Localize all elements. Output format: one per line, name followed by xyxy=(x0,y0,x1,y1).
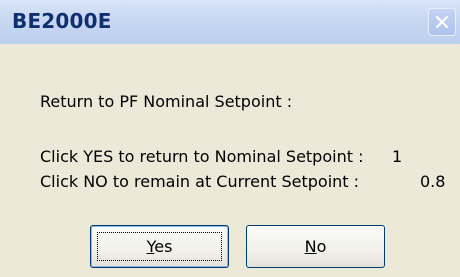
message-heading: Return to PF Nominal Setpoint : xyxy=(40,92,293,111)
focus-ring xyxy=(97,232,222,261)
no-button-label: No xyxy=(305,237,327,256)
no-accelerator: N xyxy=(304,237,317,256)
message-yes-instruction: Click YES to return to Nominal Setpoint … xyxy=(40,147,364,166)
nominal-setpoint-value: 1 xyxy=(392,147,403,166)
window-title: BE2000E xyxy=(12,9,112,33)
close-icon xyxy=(435,15,449,29)
close-button[interactable] xyxy=(428,8,456,36)
message-dialog: BE2000E Return to PF Nominal Setpoint : … xyxy=(0,0,460,277)
dialog-body: Return to PF Nominal Setpoint : Click YE… xyxy=(0,44,460,277)
no-label-rest: o xyxy=(316,237,327,256)
title-bar[interactable]: BE2000E xyxy=(0,0,460,44)
yes-button[interactable]: Yes xyxy=(90,225,229,268)
no-button[interactable]: No xyxy=(246,225,385,268)
message-no-instruction: Click NO to remain at Current Setpoint : xyxy=(40,172,360,191)
current-setpoint-value: 0.8 xyxy=(420,172,446,191)
